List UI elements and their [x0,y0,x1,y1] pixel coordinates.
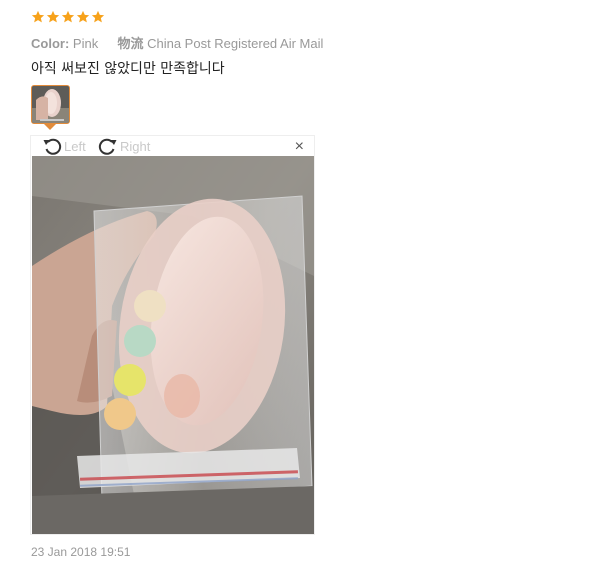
viewer-toolbar: Left Right × [31,136,314,156]
close-icon[interactable]: × [295,138,304,156]
star-icon [61,10,75,23]
photo-viewer: Left Right × [30,135,315,535]
rotate-left-icon [43,138,62,155]
shipping-value: China Post Registered Air Mail [147,36,324,51]
review-photo-thumbnail[interactable] [31,85,70,124]
rotate-right-icon [98,138,117,155]
star-icon [46,10,60,23]
rotate-left-label: Left [64,138,86,154]
color-label: Color: [31,36,70,51]
star-icon [76,10,90,23]
rotate-left-button[interactable]: Left [42,137,86,155]
review-photo [32,156,314,534]
thumbnail-pointer [44,124,56,130]
shipping-label: 物流 [117,36,144,51]
rotate-right-label: Right [120,138,151,154]
review-comment: 아직 써보진 않았디만 만족합니다 [31,61,225,77]
review-date: 23 Jan 2018 19:51 [31,545,131,559]
color-value: Pink [72,36,99,51]
star-icon [91,10,105,23]
review-attributes: Color: Pink 物流 China Post Registered Air… [31,33,323,52]
rating-stars [31,10,105,24]
rotate-right-button[interactable]: Right [98,137,150,155]
star-icon [31,10,45,23]
